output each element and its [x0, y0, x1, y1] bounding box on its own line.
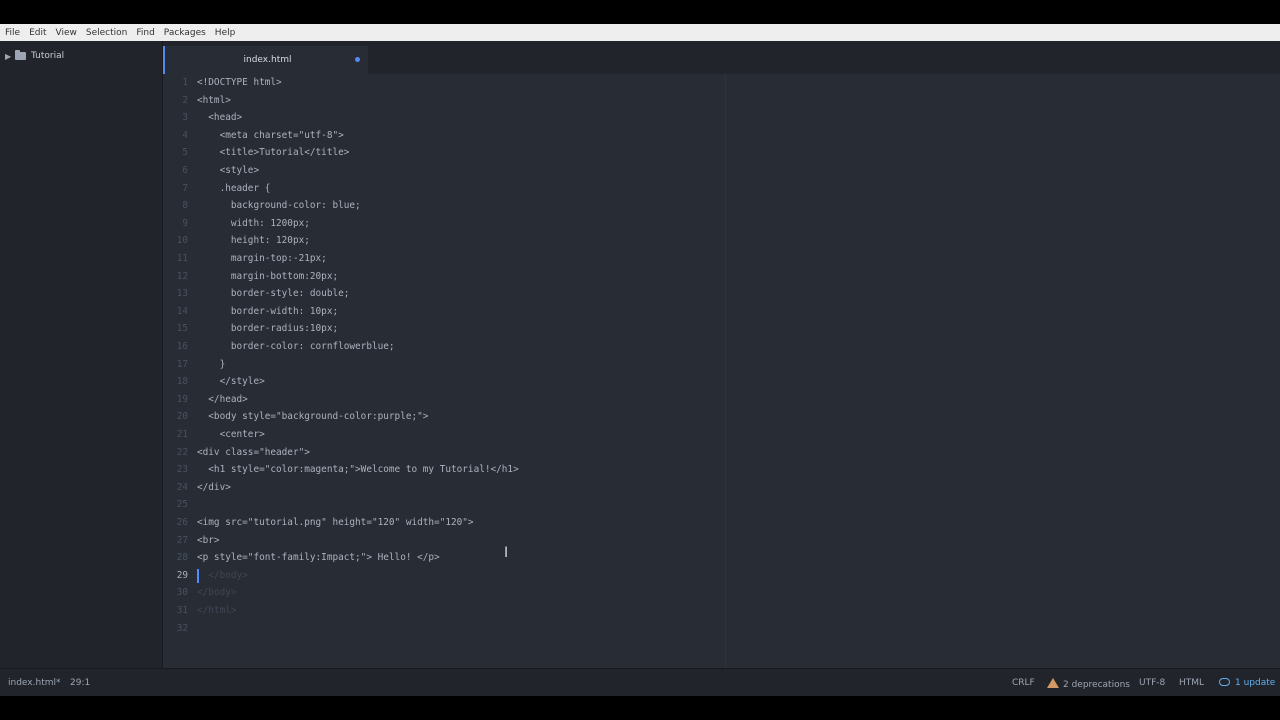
tree-item-label: Tutorial [31, 51, 65, 61]
code-line[interactable]: <html> [197, 92, 231, 110]
line-number: 8 [182, 200, 188, 212]
line-number: 26 [176, 517, 188, 528]
code-line[interactable]: .header { [197, 180, 271, 198]
tree-view: ▶ Tutorial [0, 41, 163, 668]
code-line[interactable]: <div class="header"> [197, 444, 310, 462]
status-update[interactable]: 1 update [1219, 678, 1275, 688]
status-cursor-position[interactable]: 29:1 [70, 678, 90, 688]
text-editor[interactable]: I 1 <!DOCTYPE html> 2 <html> 3 <head> 4 <meta… [163, 74, 1280, 668]
code-line[interactable]: </body> [197, 567, 248, 585]
code-line[interactable]: </body> [197, 584, 237, 602]
code-line[interactable]: background-color: blue; [197, 197, 361, 215]
code-line[interactable]: <p style="font-family:Impact;"> Hello! <… [197, 549, 440, 567]
menu-item-selection[interactable]: Selection [86, 28, 127, 38]
tab-title: index.html [243, 55, 292, 65]
line-number: 10 [176, 235, 188, 247]
code-line[interactable]: border-radius:10px; [197, 320, 338, 338]
line-number: 24 [176, 481, 188, 493]
code-line[interactable]: </div> [197, 479, 231, 497]
line-number: 29 [176, 569, 188, 581]
menu-item-file[interactable]: File [5, 28, 20, 38]
code-line[interactable]: border-style: double; [197, 285, 350, 303]
code-line[interactable]: <center> [197, 426, 265, 444]
line-number: 7 [182, 182, 188, 194]
status-file-name[interactable]: index.html* [8, 678, 60, 688]
menu-item-find[interactable]: Find [136, 28, 154, 38]
code-line[interactable]: height: 120px; [197, 232, 310, 250]
menu-item-help[interactable]: Help [215, 28, 236, 38]
bottom-bar [0, 696, 1280, 720]
status-grammar[interactable]: HTML [1179, 678, 1204, 688]
menu-bar: File Edit View Selection Find Packages Help [0, 24, 1280, 41]
code-line[interactable]: <br> [197, 532, 220, 550]
status-deprecations[interactable]: 2 deprecations [1047, 678, 1130, 690]
menu-item-edit[interactable]: Edit [29, 28, 46, 38]
line-number: 12 [176, 270, 188, 282]
code-line[interactable]: margin-top:-21px; [197, 250, 327, 268]
code-line[interactable]: <head> [197, 109, 242, 127]
line-number: 25 [176, 499, 188, 511]
code-line[interactable]: </style> [197, 373, 265, 391]
code-line[interactable]: <style> [197, 162, 260, 180]
line-number: 17 [176, 358, 188, 370]
editor-window: ▶ Tutorial index.html I 1 <!DOCTYPE html>… [0, 41, 1280, 668]
line-number: 11 [176, 253, 188, 264]
line-number: 13 [176, 288, 188, 300]
line-number: 21 [176, 429, 188, 440]
code-line[interactable]: <meta charset="utf-8"> [197, 127, 344, 145]
line-number: 9 [182, 217, 188, 229]
line-number: 4 [182, 129, 188, 141]
code-line[interactable]: width: 1200px; [197, 215, 310, 233]
line-number: 1 [182, 77, 188, 88]
line-number: 23 [176, 464, 188, 476]
line-number: 2 [182, 94, 188, 106]
deprecations-label: 2 deprecations [1063, 680, 1130, 690]
line-number: 20 [176, 411, 188, 423]
line-number: 32 [176, 622, 188, 634]
ibeam-cursor-icon: I [504, 545, 509, 561]
code-line[interactable]: border-color: cornflowerblue; [197, 338, 395, 356]
tree-item-tutorial[interactable]: ▶ Tutorial [5, 50, 65, 61]
code-line[interactable]: } [197, 356, 226, 374]
line-number: 18 [176, 376, 188, 388]
code-line[interactable]: border-width: 10px; [197, 303, 338, 321]
line-number: 19 [176, 393, 188, 405]
menu-item-view[interactable]: View [56, 28, 77, 38]
line-number: 30 [176, 587, 188, 599]
code-line[interactable]: margin-bottom:20px; [197, 268, 338, 286]
code-line[interactable]: </html> [197, 602, 237, 620]
code-line[interactable]: <!DOCTYPE html> [197, 74, 282, 92]
package-update-icon [1219, 678, 1230, 686]
chevron-right-icon: ▶ [5, 51, 12, 61]
line-number: 22 [176, 446, 188, 458]
line-number: 6 [182, 165, 188, 176]
menu-item-packages[interactable]: Packages [164, 28, 206, 38]
modified-indicator-icon[interactable] [355, 57, 360, 62]
code-line[interactable]: <body style="background-color:purple;"> [197, 408, 428, 426]
status-line-ending[interactable]: CRLF [1012, 678, 1035, 688]
wrap-guide [725, 74, 726, 668]
line-number: 5 [182, 147, 188, 159]
title-bar [0, 0, 1280, 24]
line-number: 27 [176, 534, 188, 546]
status-encoding[interactable]: UTF-8 [1139, 678, 1165, 688]
code-line[interactable]: <img src="tutorial.png" height="120" wid… [197, 514, 474, 532]
code-line[interactable]: </head> [197, 391, 248, 409]
code-line[interactable]: <title>Tutorial</title> [197, 144, 350, 162]
line-number: 16 [176, 341, 188, 352]
folder-icon [15, 50, 26, 60]
line-number: 3 [182, 112, 188, 124]
tab-bar: index.html [163, 41, 1280, 74]
tab-index-html[interactable]: index.html [163, 46, 368, 74]
line-number: 28 [176, 552, 188, 564]
status-bar: index.html* 29:1 CRLF 2 deprecations UTF… [0, 668, 1280, 696]
line-number: 15 [176, 323, 188, 335]
update-label: 1 update [1235, 678, 1276, 688]
line-number: 31 [176, 605, 188, 616]
warning-icon [1047, 678, 1059, 688]
line-number: 14 [176, 305, 188, 317]
code-line[interactable]: <h1 style="color:magenta;">Welcome to my… [197, 461, 518, 479]
